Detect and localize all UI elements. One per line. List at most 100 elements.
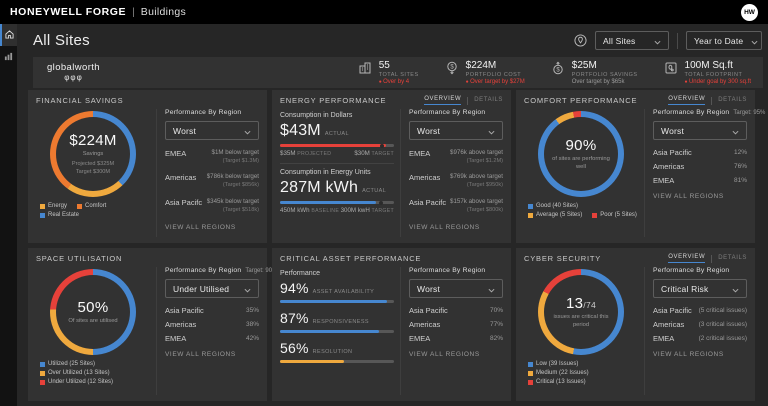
legend-item: Low (39 Issues) <box>528 361 578 367</box>
user-avatar[interactable]: HW <box>741 4 758 21</box>
comfort-legend: Good (40 Sites) Average (5 Sites) Poor (… <box>524 203 638 218</box>
date-range-dropdown[interactable]: Year to Date <box>686 31 762 50</box>
region-heading: Performance By Region <box>653 267 729 274</box>
legend-item: Medium (22 Issues) <box>528 370 589 376</box>
legend-item: Comfort <box>77 203 106 209</box>
region-row: EMEA $1M below target(Target $1.3M) <box>165 145 259 169</box>
tab-details[interactable]: DETAILS <box>718 97 747 105</box>
chevron-down-icon <box>724 280 739 298</box>
dollar-down-icon: $ <box>445 61 459 80</box>
savings-projected: Projected $325M <box>72 161 114 167</box>
panel-space-utilisation: SPACE UTILISATION 50% Of sites are utili… <box>28 248 267 401</box>
consumption-units-bar <box>280 201 394 204</box>
metric-asset-availability: 94% ASSET AVAILABILITY <box>280 280 394 303</box>
consumption-units-heading: Consumption in Energy Units <box>280 169 371 176</box>
view-all-regions-link[interactable]: VIEW ALL REGIONS <box>653 351 747 358</box>
view-all-regions-link[interactable]: VIEW ALL REGIONS <box>165 224 259 231</box>
financial-region-dropdown[interactable]: Worst <box>165 121 259 140</box>
home-icon <box>5 26 14 44</box>
region-row: Asia Pacifc $157k above target(Target $8… <box>409 194 503 218</box>
panel-comfort-performance: COMFORT PERFORMANCE OVERVIEW DETAILS 90%… <box>516 90 755 243</box>
stat-label: PORTFOLIO SAVINGS <box>572 72 638 78</box>
stat-portfolio-cost: $ $224M PORTFOLIO COST Over target by $2… <box>445 60 525 85</box>
product-name: Buildings <box>141 6 186 18</box>
cyber-donut-chart: 13/74 issues are critical this period <box>538 269 624 355</box>
stat-value: 100M Sq.ft <box>685 60 751 71</box>
comfort-donut-chart: 90% of sites are performing well <box>538 111 624 197</box>
svg-text:$: $ <box>450 65 454 71</box>
panel-tabs: OVERVIEW DETAILS <box>668 96 747 105</box>
region-row: EMEA82% <box>409 331 503 345</box>
region-row: Asia Pacifc $345k below target(Target $5… <box>165 194 259 218</box>
region-row: Asia Pacific12% <box>653 145 747 159</box>
building-icon <box>358 61 372 80</box>
customer-logo-pins: φφφ <box>64 74 83 82</box>
savings-label: Savings <box>83 151 104 158</box>
chevron-down-icon <box>480 280 495 298</box>
tab-overview[interactable]: OVERVIEW <box>668 96 705 105</box>
region-row: Americas $769k above target(Target $950k… <box>409 169 503 193</box>
portfolio-summary-bar: globalworth φφφ 55 TOTAL SITES Over by 4 <box>33 57 763 88</box>
view-all-regions-link[interactable]: VIEW ALL REGIONS <box>653 193 747 200</box>
legend-swatch <box>40 213 45 218</box>
panel-title: ENERGY PERFORMANCE <box>280 96 386 105</box>
panel-critical-asset-performance: CRITICAL ASSET PERFORMANCE Performance 9… <box>272 248 511 401</box>
region-row: Americas77% <box>409 317 503 331</box>
tab-details[interactable]: DETAILS <box>718 255 747 263</box>
region-heading: Performance By Region <box>409 109 485 116</box>
space-region-dropdown[interactable]: Under Utilised <box>165 279 259 298</box>
tab-details[interactable]: DETAILS <box>474 97 503 105</box>
region-row: EMEA $976k above target(Target $1.2M) <box>409 145 503 169</box>
chevron-down-icon <box>236 280 251 298</box>
critical-region-dropdown[interactable]: Worst <box>409 279 503 298</box>
tab-overview[interactable]: OVERVIEW <box>424 96 461 105</box>
energy-region-dropdown[interactable]: Worst <box>409 121 503 140</box>
comfort-percentage: 90% <box>566 137 597 154</box>
region-row: Americas(3 critical issues) <box>653 317 747 331</box>
view-all-regions-link[interactable]: VIEW ALL REGIONS <box>409 351 503 358</box>
stat-value: $224M <box>466 60 525 71</box>
region-row: Asia Pacific(5 critical issues) <box>653 303 747 317</box>
region-row: Asia Pacific70% <box>409 303 503 317</box>
savings-total-value: $224M <box>69 132 116 149</box>
stat-delta: Under goal by 300 sq.ft <box>685 79 751 85</box>
legend-item: Good (40 Sites) <box>528 203 578 209</box>
dashboard: HONEYWELL FORGE | Buildings HW All Sites <box>0 0 768 406</box>
comfort-region-dropdown[interactable]: Worst <box>653 121 747 140</box>
region-heading: Performance By Region <box>165 267 241 274</box>
chevron-down-icon <box>743 32 758 50</box>
footprint-icon <box>664 61 678 80</box>
stat-total-footprint: 100M Sq.ft TOTAL FOOTPRINT Under goal by… <box>664 60 751 85</box>
legend-item: Over Utilized (13 Sites) <box>40 370 110 376</box>
view-all-regions-link[interactable]: VIEW ALL REGIONS <box>165 351 259 358</box>
legend-item: Energy <box>40 203 67 209</box>
tab-overview[interactable]: OVERVIEW <box>668 254 705 263</box>
view-all-regions-link[interactable]: VIEW ALL REGIONS <box>409 224 503 231</box>
region-heading: Performance By Region <box>653 109 729 116</box>
sidebar-item-analytics[interactable] <box>0 46 17 68</box>
region-row: Americas $786k below target(Target $856k… <box>165 169 259 193</box>
space-percentage: 50% <box>78 299 109 316</box>
region-row: EMEA42% <box>165 331 259 345</box>
sidebar-nav <box>0 24 17 406</box>
region-heading: Performance By Region <box>409 267 485 274</box>
summary-stats: 55 TOTAL SITES Over by 4 $ $224M PORTFOL… <box>358 60 751 85</box>
header-controls: All Sites Year to Date <box>574 31 762 50</box>
bar-chart-icon <box>4 48 13 66</box>
metric-resolution: 56% RESOLUTION <box>280 340 394 363</box>
page-title: All Sites <box>33 32 90 49</box>
cyber-region-dropdown[interactable]: Critical Risk <box>653 279 747 298</box>
chevron-down-icon <box>480 122 495 140</box>
chevron-down-icon <box>236 122 251 140</box>
cyber-legend: Low (39 Issues) Medium (22 Issues) Criti… <box>524 361 638 385</box>
panel-tabs: OVERVIEW DETAILS <box>424 96 503 105</box>
top-bar: HONEYWELL FORGE | Buildings HW <box>0 0 768 24</box>
site-filter-dropdown[interactable]: All Sites <box>595 31 669 50</box>
legend-item: Under Utilized (12 Sites) <box>40 379 113 385</box>
panel-energy-performance: ENERGY PERFORMANCE OVERVIEW DETAILS Cons… <box>272 90 511 243</box>
legend-swatch <box>77 204 82 209</box>
metric-responsiveness: 87% RESPONSIVENESS <box>280 310 394 333</box>
sidebar-item-home[interactable] <box>0 24 17 46</box>
legend-swatch <box>40 204 45 209</box>
stat-value: $25M <box>572 60 638 71</box>
